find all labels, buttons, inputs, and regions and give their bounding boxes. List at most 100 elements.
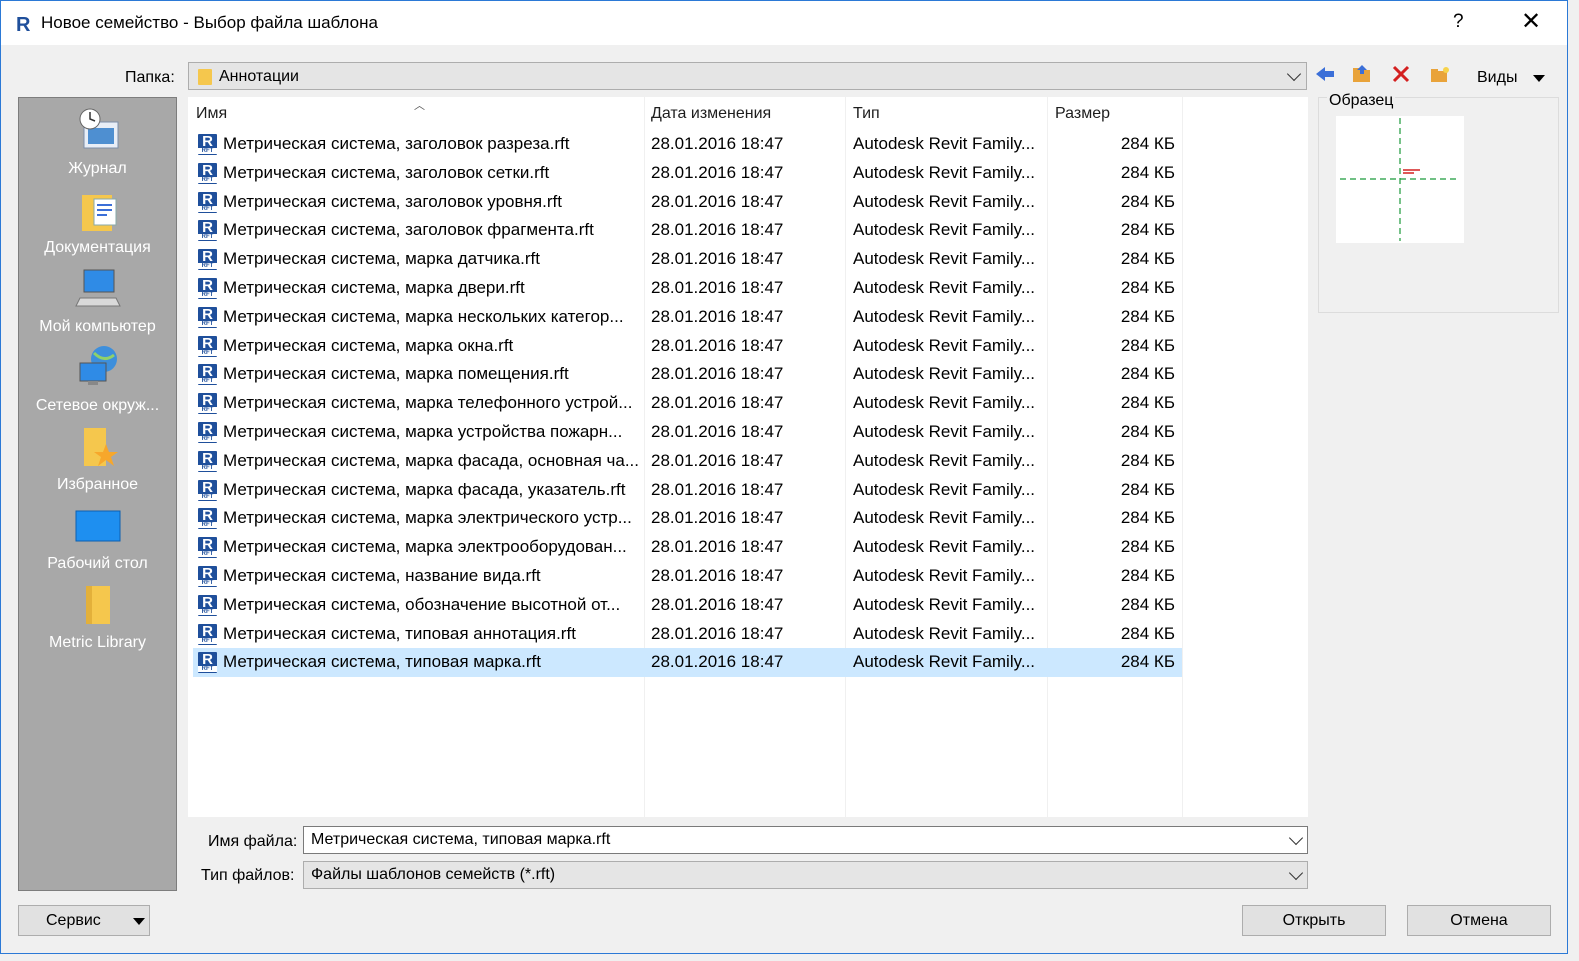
file-name-cell: Метрическая система, марка фасада, указа…: [223, 479, 626, 499]
filename-value: Метрическая система, типовая марка.rft: [311, 831, 611, 848]
rft-file-icon: R: [198, 162, 217, 184]
place-computer[interactable]: Мой компьютер: [19, 264, 176, 336]
network-icon: [74, 343, 122, 391]
close-button[interactable]: ✕: [1521, 7, 1541, 36]
rft-file-icon: R: [198, 508, 217, 530]
window-title: Новое семейство - Выбор файла шаблона: [41, 13, 378, 32]
file-name-cell: Метрическая система, обозначение высотно…: [223, 594, 621, 614]
folder-label: Папка:: [125, 69, 175, 86]
open-button[interactable]: Открыть: [1242, 905, 1386, 936]
sort-ascending-icon: ︿: [414, 100, 425, 112]
place-network[interactable]: Сетевое окруж...: [19, 343, 176, 415]
table-row[interactable]: R Метрическая система, обозначение высотн…: [193, 591, 1182, 620]
filename-input[interactable]: Метрическая система, типовая марка.rft: [303, 826, 1308, 854]
views-menu[interactable]: Виды: [1477, 69, 1517, 87]
table-row[interactable]: R Метрическая система, марка окна.rft 28.0…: [193, 332, 1182, 361]
file-name-cell: Метрическая система, название вида.rft: [223, 566, 541, 585]
views-dropdown-arrow-icon[interactable]: [1533, 75, 1545, 82]
file-type-cell: Autodesk Revit Family...: [853, 220, 1036, 240]
file-name-cell: Метрическая система, заголовок фрагмента…: [223, 220, 594, 240]
file-date-cell: 28.01.2016 18:47: [651, 479, 784, 499]
new-folder-icon[interactable]: [1429, 63, 1451, 85]
table-row[interactable]: R Метрическая система, типовая аннотация.…: [193, 620, 1182, 649]
table-row[interactable]: R Метрическая система, марка электрообору…: [193, 533, 1182, 562]
table-row[interactable]: R Метрическая система, типовая марка.rft 2…: [193, 648, 1182, 678]
open-button-label: Открыть: [1282, 911, 1346, 929]
rft-file-icon: R: [198, 537, 217, 559]
file-type-cell: Autodesk Revit Family...: [853, 566, 1036, 585]
preview-group: Образец: [1318, 92, 1559, 313]
delete-icon[interactable]: [1390, 63, 1412, 85]
column-header-date[interactable]: Дата изменения: [651, 105, 771, 123]
rft-file-icon: R: [198, 623, 217, 645]
rft-file-icon: R: [198, 278, 217, 299]
column-header-type[interactable]: Тип: [853, 105, 880, 123]
table-row[interactable]: R Метрическая система, заголовок уровня.r…: [193, 188, 1182, 217]
folder-dropdown[interactable]: Аннотации: [188, 62, 1307, 90]
history-icon: [74, 106, 122, 154]
place-metric-library[interactable]: Metric Library: [19, 580, 176, 652]
rft-file-icon: R: [198, 479, 217, 501]
file-size-cell: 284 КБ: [1120, 162, 1175, 182]
help-button[interactable]: ?: [1453, 11, 1464, 33]
file-name-cell: Метрическая система, заголовок сетки.rft: [223, 162, 550, 182]
column-header-name[interactable]: Имя: [196, 105, 227, 123]
file-size-cell: 284 КБ: [1120, 306, 1175, 326]
table-row[interactable]: R Метрическая система, марка устройства п…: [193, 418, 1182, 447]
service-button-label: Сервис: [46, 911, 101, 929]
service-button[interactable]: Сервис: [18, 905, 150, 936]
table-row[interactable]: R Метрическая система, заголовок разреза.…: [193, 130, 1182, 159]
file-name-cell: Метрическая система, марка электрооборуд…: [223, 537, 627, 557]
rft-file-icon: R: [198, 364, 217, 386]
file-type-cell: Autodesk Revit Family...: [853, 393, 1036, 413]
dropdown-arrow-icon: [133, 918, 145, 925]
preview-title: Образец: [1327, 92, 1396, 110]
file-name-cell: Метрическая система, марка помещения.rft: [223, 364, 569, 384]
file-type-cell: Autodesk Revit Family...: [853, 594, 1036, 614]
up-folder-icon[interactable]: [1351, 63, 1373, 85]
file-type-cell: Autodesk Revit Family...: [853, 422, 1036, 441]
place-documents[interactable]: Документация: [19, 185, 176, 257]
file-date-cell: 28.01.2016 18:47: [651, 450, 784, 470]
file-date-cell: 28.01.2016 18:47: [651, 508, 784, 528]
dialog-window: R Новое семейство - Выбор файла шаблона …: [0, 0, 1568, 954]
table-row[interactable]: R Метрическая система, марка двери.rft 28.…: [193, 274, 1182, 303]
file-date-cell: 28.01.2016 18:47: [651, 249, 784, 269]
table-row[interactable]: R Метрическая система, марка электрическо…: [193, 504, 1182, 533]
table-row[interactable]: R Метрическая система, марка помещения.rf…: [193, 360, 1182, 389]
file-size-cell: 284 КБ: [1120, 278, 1175, 297]
table-row[interactable]: R Метрическая система, марка датчика.rft 2…: [193, 245, 1182, 274]
computer-icon: [74, 264, 122, 312]
file-size-cell: 284 КБ: [1120, 537, 1175, 557]
file-size-cell: 284 КБ: [1120, 652, 1175, 672]
file-type-cell: Autodesk Revit Family...: [853, 134, 1036, 153]
cancel-button[interactable]: Отмена: [1407, 905, 1551, 936]
file-size-cell: 284 КБ: [1120, 191, 1175, 211]
column-header-size[interactable]: Размер: [1055, 105, 1110, 123]
chevron-down-icon[interactable]: [1288, 830, 1304, 846]
rft-file-icon: R: [198, 594, 217, 616]
table-row[interactable]: R Метрическая система, марка нескольких к…: [193, 303, 1182, 332]
place-favorites[interactable]: Избранное: [19, 422, 176, 494]
file-type-cell: Autodesk Revit Family...: [853, 450, 1036, 470]
file-type-cell: Autodesk Revit Family...: [853, 508, 1036, 528]
file-size-cell: 284 КБ: [1120, 566, 1175, 585]
table-row[interactable]: R Метрическая система, марка фасада, указ…: [193, 476, 1182, 505]
filetype-dropdown[interactable]: Файлы шаблонов семейств (*.rft): [303, 861, 1308, 889]
table-row[interactable]: R Метрическая система, заголовок сетки.rf…: [193, 159, 1182, 188]
file-date-cell: 28.01.2016 18:47: [651, 393, 784, 413]
file-name-cell: Метрическая система, марка электрическог…: [223, 508, 632, 528]
table-row[interactable]: R Метрическая система, название вида.rft 2…: [193, 562, 1182, 591]
place-history[interactable]: Журнал: [19, 106, 176, 178]
file-type-cell: Autodesk Revit Family...: [853, 537, 1036, 557]
table-row[interactable]: R Метрическая система, марка фасада, осно…: [193, 447, 1182, 476]
file-size-cell: 284 КБ: [1120, 422, 1175, 441]
folder-value: Аннотации: [219, 68, 299, 85]
table-row[interactable]: R Метрическая система, марка телефонного …: [193, 389, 1182, 418]
file-list[interactable]: ︿ Имя Дата изменения Тип Размер R Метриче…: [188, 97, 1308, 817]
back-arrow-icon[interactable]: [1315, 63, 1337, 85]
table-row[interactable]: R Метрическая система, заголовок фрагмент…: [193, 216, 1182, 245]
file-size-cell: 284 КБ: [1120, 134, 1175, 153]
place-desktop[interactable]: Рабочий стол: [19, 501, 176, 573]
rft-file-icon: R: [198, 220, 217, 242]
